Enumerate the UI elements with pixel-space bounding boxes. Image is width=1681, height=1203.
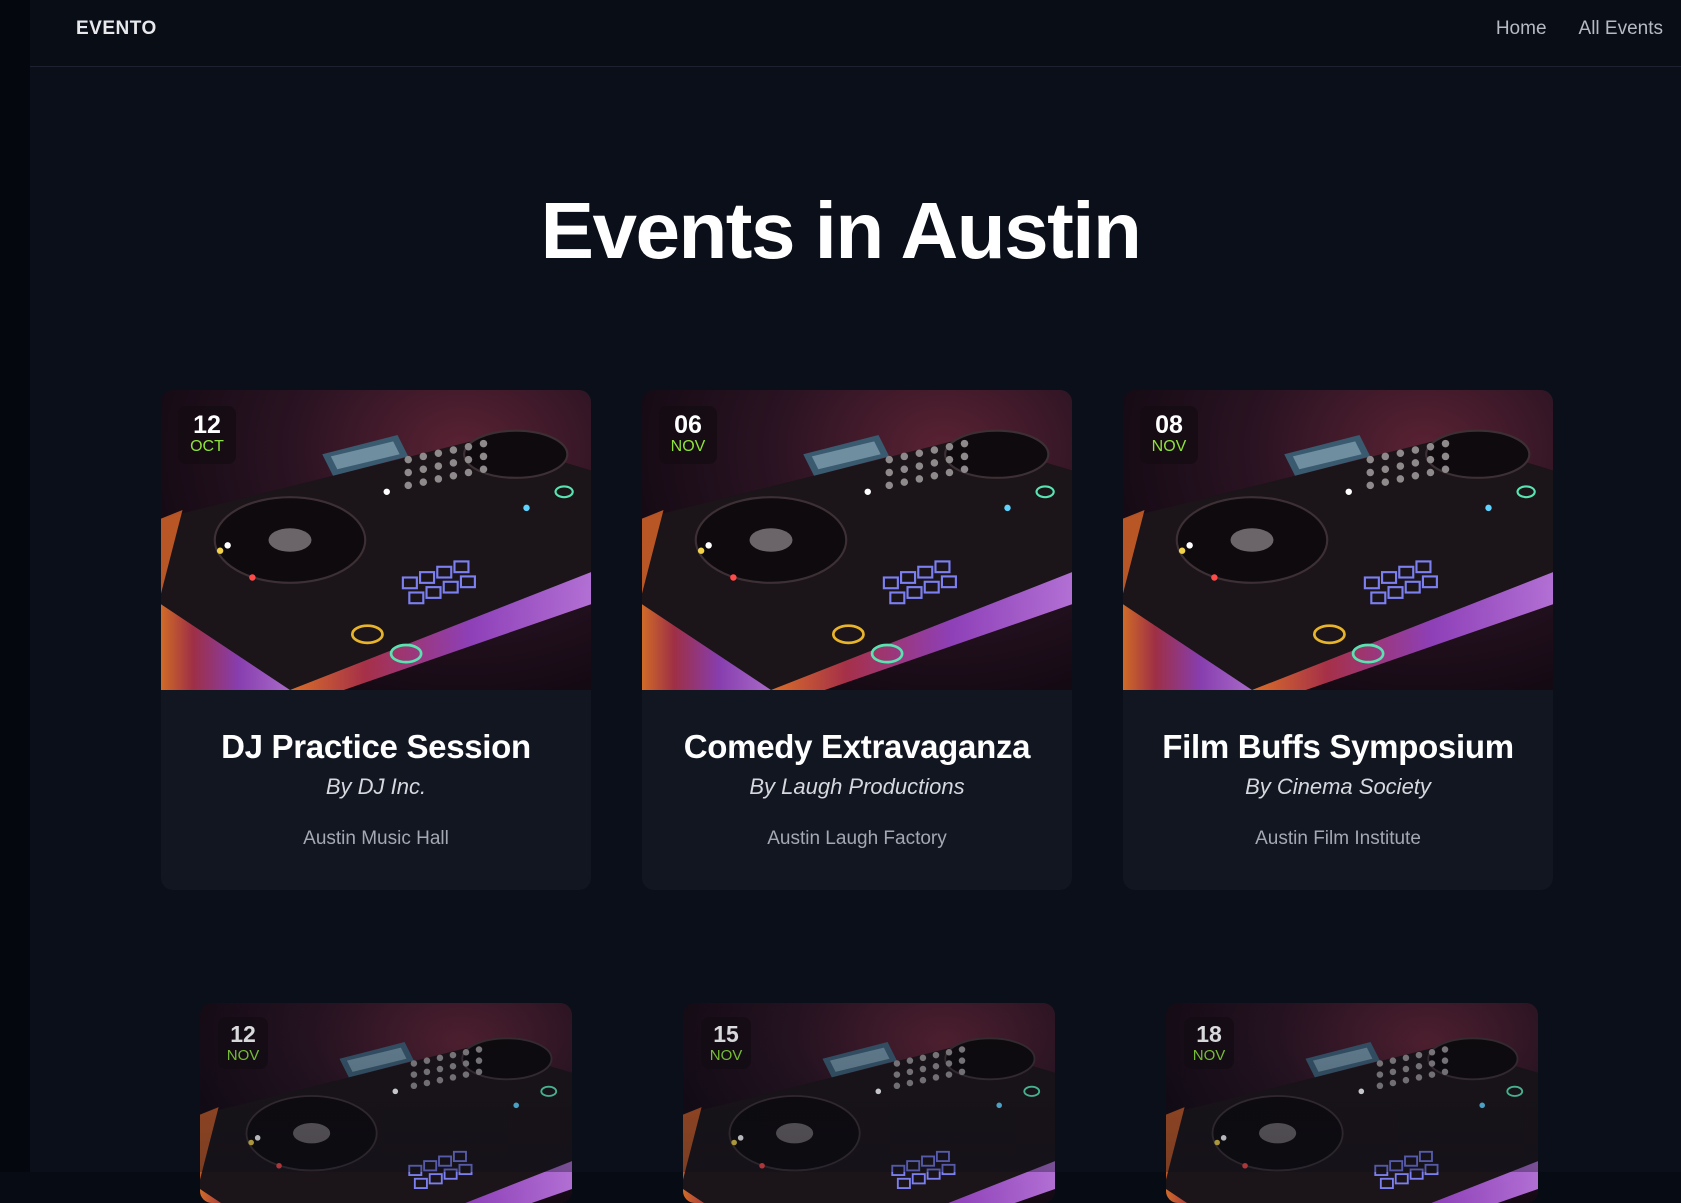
event-card[interactable]: 12 OCT DJ Practice Session By DJ Inc. Au… — [161, 390, 591, 890]
event-venue: Austin Music Hall — [303, 828, 449, 849]
event-card[interactable]: 12 NOV — [200, 1003, 572, 1203]
event-organizer: By DJ Inc. — [325, 774, 427, 799]
event-card[interactable]: 18 NOV — [1166, 1003, 1538, 1203]
date-badge: 06 NOV — [659, 406, 717, 464]
date-badge: 18 NOV — [1184, 1017, 1234, 1069]
window-edge — [0, 0, 30, 1172]
event-image: 08 NOV — [1123, 390, 1553, 690]
event-card[interactable]: 15 NOV — [683, 1003, 1055, 1203]
event-image: 06 NOV — [642, 390, 1072, 690]
page: EVENTO Home All Events Events in Austin … — [30, 0, 1681, 1203]
event-organizer: By Cinema Society — [1245, 774, 1431, 799]
events-grid: 12 OCT DJ Practice Session By DJ Inc. Au… — [30, 0, 1681, 1203]
date-day: 12 — [230, 1021, 256, 1047]
event-image: 12 OCT — [161, 390, 591, 690]
date-badge: 12 NOV — [218, 1017, 268, 1069]
event-card[interactable]: 08 NOV Film Buffs Symposium By Cinema So… — [1123, 390, 1553, 890]
date-badge: 15 NOV — [701, 1017, 751, 1069]
event-card-body: DJ Practice Session By DJ Inc. Austin Mu… — [161, 690, 591, 890]
date-month: NOV — [1151, 438, 1187, 455]
event-title: Comedy Extravaganza — [683, 728, 1031, 765]
date-month: NOV — [670, 438, 706, 455]
event-venue: Austin Film Institute — [1255, 828, 1421, 849]
date-badge: 08 NOV — [1140, 406, 1198, 464]
date-month: OCT — [190, 438, 224, 455]
date-month: NOV — [1192, 1047, 1226, 1064]
date-month: NOV — [226, 1047, 260, 1064]
date-day: 15 — [713, 1021, 739, 1047]
date-month: NOV — [709, 1047, 743, 1064]
event-image: 18 NOV — [1166, 1003, 1538, 1203]
event-card[interactable]: 06 NOV Comedy Extravaganza By Laugh Prod… — [642, 390, 1072, 890]
event-title: DJ Practice Session — [221, 728, 531, 765]
event-card-body: Film Buffs Symposium By Cinema Society A… — [1123, 690, 1553, 890]
date-badge: 12 OCT — [178, 406, 236, 464]
date-day: 06 — [674, 411, 702, 439]
event-image: 12 NOV — [200, 1003, 572, 1203]
date-day: 18 — [1196, 1021, 1222, 1047]
date-day: 12 — [193, 411, 221, 439]
event-image: 15 NOV — [683, 1003, 1055, 1203]
event-title: Film Buffs Symposium — [1162, 728, 1514, 765]
event-venue: Austin Laugh Factory — [767, 828, 947, 849]
date-day: 08 — [1155, 411, 1183, 439]
event-card-body: Comedy Extravaganza By Laugh Productions… — [642, 690, 1072, 890]
event-organizer: By Laugh Productions — [749, 774, 965, 799]
